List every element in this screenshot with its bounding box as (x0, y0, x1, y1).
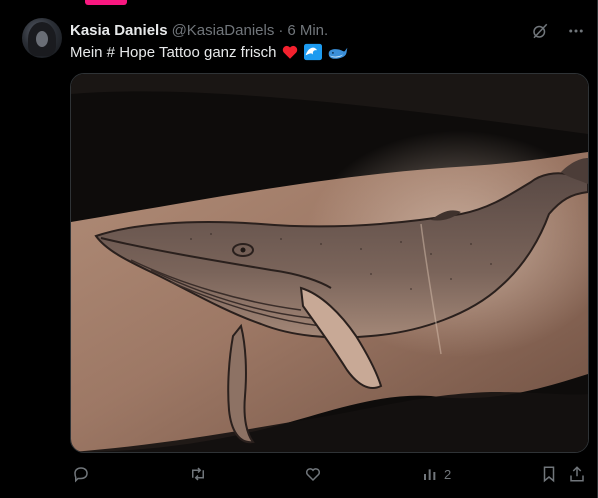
whale-tattoo-photo (71, 74, 588, 452)
repost-button[interactable] (188, 462, 208, 486)
post-text: Mein # Hope Tattoo ganz frisch (70, 43, 277, 61)
more-icon[interactable] (564, 20, 588, 42)
author-name[interactable]: Kasia Daniels (70, 22, 168, 39)
share-button[interactable] (568, 462, 586, 486)
bookmark-icon (543, 466, 555, 483)
like-icon (305, 468, 321, 482)
heart-emoji (281, 43, 299, 61)
whale-emoji (327, 43, 349, 61)
post-media-image[interactable] (70, 73, 589, 453)
post-header: Kasia Daniels @KasiaDaniels · 6 Min. (70, 20, 588, 40)
reply-button[interactable] (72, 462, 90, 486)
bookmark-button[interactable] (540, 462, 558, 486)
active-tab-indicator (85, 0, 127, 5)
grok-icon[interactable] (528, 20, 552, 42)
views-icon (424, 469, 436, 480)
share-icon (570, 466, 584, 482)
wave-emoji (303, 43, 323, 61)
post-time[interactable]: 6 Min. (287, 22, 328, 39)
avatar[interactable] (22, 18, 62, 58)
views-count: 2 (444, 466, 452, 482)
author-handle[interactable]: @KasiaDaniels (172, 22, 275, 39)
reply-icon (74, 467, 88, 483)
post-text-row: Mein # Hope Tattoo ganz frisch (70, 43, 349, 61)
post-actions-bar: 2 (70, 462, 590, 486)
repost-icon (192, 467, 204, 481)
like-button[interactable] (304, 462, 322, 486)
views-button[interactable]: 2 (422, 462, 451, 486)
separator-dot: · (278, 21, 284, 39)
